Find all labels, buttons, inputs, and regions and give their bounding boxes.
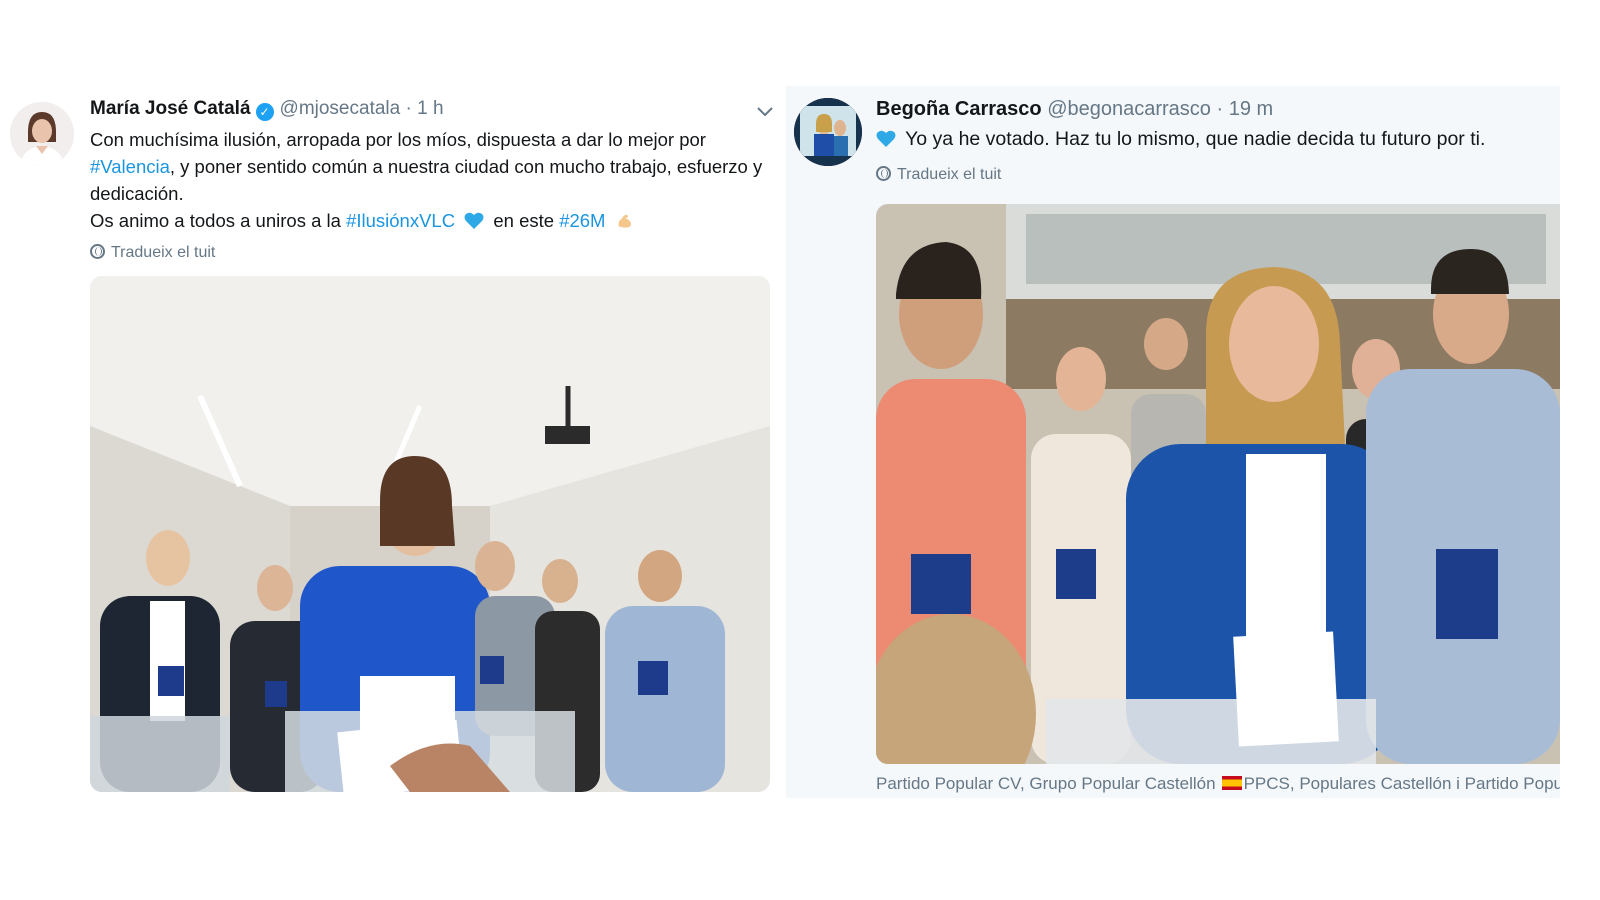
tweet-text-segment: Con muchísima ilusión, arropada por los … <box>90 129 706 150</box>
tweet-photo[interactable] <box>876 204 1560 764</box>
chevron-down-icon[interactable] <box>754 100 776 122</box>
avatar-portrait-image <box>10 102 74 166</box>
tweet-line: #Valencia, y poner sentido común a nuest… <box>90 153 780 207</box>
author-name[interactable]: María José Catalá <box>90 98 251 119</box>
tweet-header: Begoña Carrasco @begonacarrasco · 19 m <box>876 98 1273 121</box>
polling-station-photo <box>90 276 770 792</box>
tweet-text-segment: , y poner sentido común a nuestra ciudad… <box>90 156 763 204</box>
screenshot-canvas: María José Catalá ✓ @mjosecatala · 1 h Con… <box>0 0 1600 900</box>
tweet-header: María José Catalá ✓ @mjosecatala · 1 h <box>90 98 444 122</box>
flexed-biceps-icon <box>618 214 631 228</box>
tweet-time[interactable]: 19 m <box>1229 98 1273 120</box>
translate-label: Tradueix el tuit <box>111 244 216 261</box>
separator-dot: · <box>1216 98 1224 120</box>
avatar[interactable] <box>794 98 862 166</box>
translate-label: Tradueix el tuit <box>897 166 1002 183</box>
tweet-time[interactable]: 1 h <box>417 98 443 119</box>
tweet-catala[interactable]: María José Catalá ✓ @mjosecatala · 1 h Con… <box>0 86 800 826</box>
tweet-text-segment: Yo ya he votado. Haz tu lo mismo, que na… <box>905 128 1486 150</box>
author-handle[interactable]: @mjosecatala <box>280 98 401 119</box>
translate-tweet-link[interactable]: Tradueix el tuit <box>90 244 215 262</box>
hashtag-link[interactable]: #26M <box>559 210 605 231</box>
tweet-text-segment: Os animo a todos a uniros a la <box>90 210 341 231</box>
tagged-text: PPCS, Populares Castellón i Partido Popu… <box>1243 774 1560 793</box>
globe-icon <box>90 244 105 259</box>
tweet-text-segment: en este <box>493 210 555 231</box>
globe-icon <box>876 166 891 181</box>
blue-heart-icon <box>876 130 896 147</box>
tweet-body: Yo ya he votado. Haz tu lo mismo, que na… <box>876 126 1546 153</box>
translate-tweet-link[interactable]: Tradueix el tuit <box>876 166 1001 184</box>
hashtag-link[interactable]: #IlusiónxVLC <box>346 210 455 231</box>
avatar[interactable] <box>10 102 74 166</box>
tweet-carrasco[interactable]: Begoña Carrasco @begonacarrasco · 19 m Y… <box>786 86 1560 798</box>
tweet-photo[interactable] <box>90 276 770 792</box>
hashtag-link[interactable]: #Valencia <box>90 156 170 177</box>
separator-dot: · <box>405 98 412 119</box>
tagged-text: Partido Popular CV, Grupo Popular Castel… <box>876 774 1216 793</box>
tweet-line: Con muchísima ilusión, arropada por los … <box>90 126 780 153</box>
blue-heart-icon <box>464 212 484 229</box>
tweet-line: Os animo a todos a uniros a la #Ilusiónx… <box>90 207 780 234</box>
spain-flag-icon <box>1221 776 1242 790</box>
tagged-accounts[interactable]: Partido Popular CV, Grupo Popular Castel… <box>876 774 1560 794</box>
voting-photo <box>876 204 1560 764</box>
tweet-body: Con muchísima ilusión, arropada por los … <box>90 126 780 234</box>
author-handle[interactable]: @begonacarrasco <box>1047 98 1211 120</box>
author-name[interactable]: Begoña Carrasco <box>876 98 1042 120</box>
avatar-campaign-image <box>794 98 862 166</box>
verified-badge-icon: ✓ <box>255 103 274 121</box>
